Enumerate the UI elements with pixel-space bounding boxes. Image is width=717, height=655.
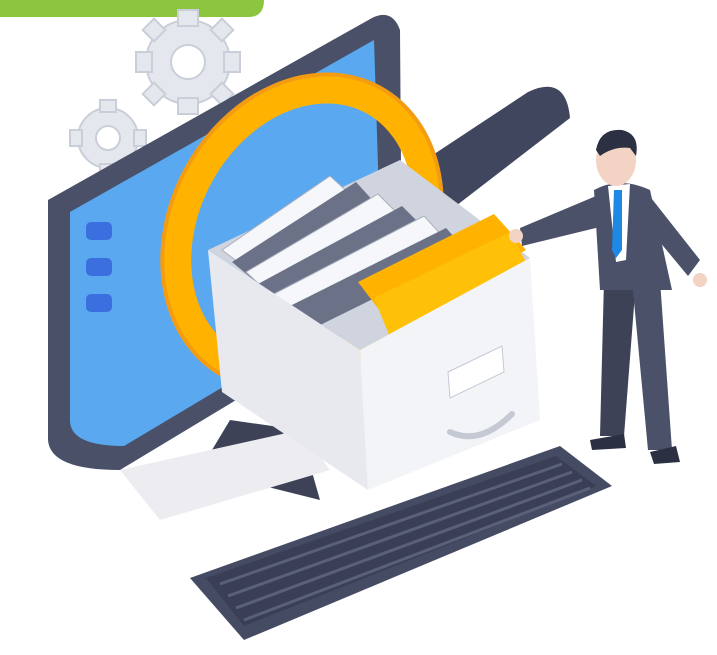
file-search-illustration — [0, 0, 707, 640]
screen-icon — [86, 258, 112, 276]
arm — [520, 196, 604, 246]
illustration — [0, 0, 717, 655]
green-banner — [0, 0, 264, 17]
screen-icon — [86, 222, 112, 240]
shoe — [590, 434, 626, 450]
hand — [693, 273, 707, 287]
leg — [600, 280, 636, 436]
hand — [509, 229, 523, 243]
gear-icon-large — [135, 9, 241, 115]
screen-icon — [86, 294, 112, 312]
leg — [632, 280, 672, 450]
